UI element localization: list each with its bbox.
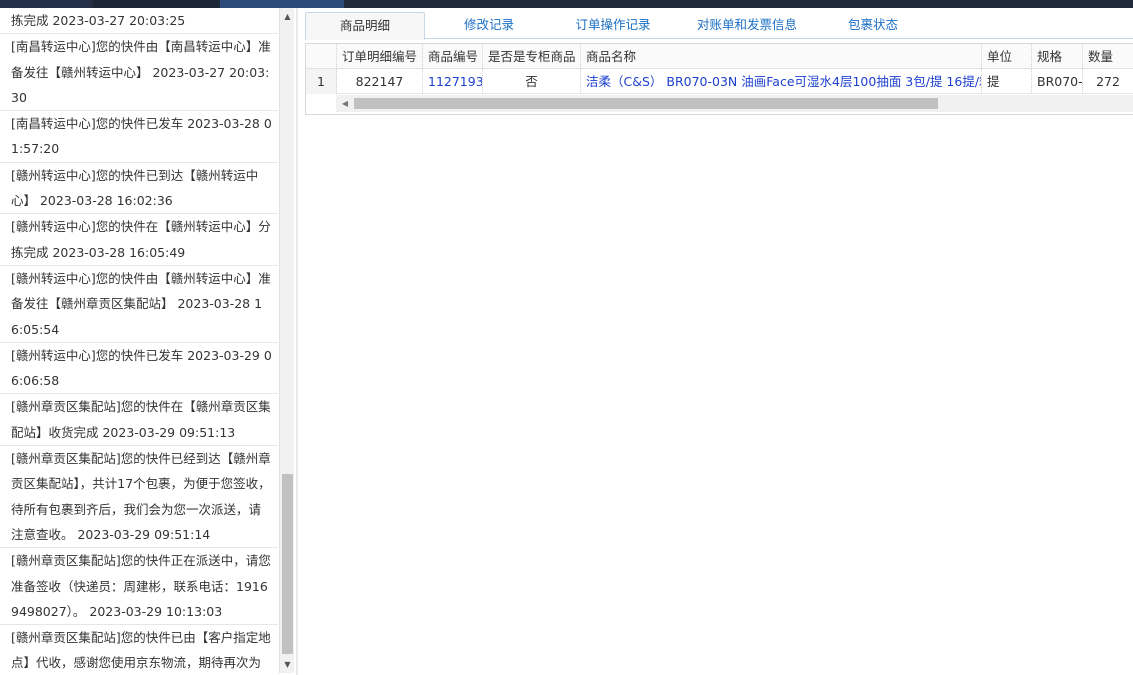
tab-order-operation-log[interactable]: 订单操作记录	[553, 12, 673, 39]
cell-is-counter: 否	[483, 69, 581, 94]
col-qty[interactable]: 数量	[1083, 44, 1133, 69]
panel-divider[interactable]	[296, 8, 298, 675]
cell-product-id-link[interactable]: 1127193	[423, 69, 483, 94]
tracking-item: [赣州章贡区集配站]您的快件正在派送中，请您准备签收（快递员：周建彬，联系电话：…	[0, 548, 278, 626]
tracking-item: [赣州章贡区集配站]您的快件在【赣州章贡区集配站】收货完成 2023-03-29…	[0, 394, 278, 447]
top-bar	[0, 0, 1133, 8]
tracking-list[interactable]: 拣完成 2023-03-27 20:03:25 [南昌转运中心]您的快件由【南昌…	[0, 8, 278, 673]
top-tab-1[interactable]	[0, 0, 92, 8]
tracking-scrollbar[interactable]: ▲ ▼	[279, 8, 294, 673]
col-product-id[interactable]: 商品编号	[423, 44, 483, 69]
cell-qty: 272	[1083, 69, 1133, 94]
table-row[interactable]: 1 822147 1127193 否 洁柔（C&S） BR070-03N 油画F…	[306, 69, 1133, 94]
top-bar-fill	[346, 0, 1133, 8]
grid-header: 订单明细编号 商品编号 是否是专柜商品 商品名称 单位 规格 数量	[306, 44, 1133, 69]
detail-tabs: 商品明细 修改记录 订单操作记录 对账单和发票信息 包裹状态	[305, 12, 1133, 40]
tracking-item: [赣州转运中心]您的快件由【赣州转运中心】准备发往【赣州章贡区集配站】 2023…	[0, 266, 278, 343]
tracking-item: [南昌转运中心]您的快件已发车 2023-03-28 01:57:20	[0, 111, 278, 163]
tracking-item: [赣州转运中心]您的快件在【赣州转运中心】分拣完成 2023-03-28 16:…	[0, 214, 278, 266]
tracking-item: [赣州转运中心]您的快件已发车 2023-03-29 06:06:58	[0, 343, 278, 395]
product-grid: 订单明细编号 商品编号 是否是专柜商品 商品名称 单位 规格 数量 1 8221…	[305, 43, 1133, 115]
scroll-down-arrow-icon[interactable]: ▼	[280, 656, 295, 673]
cell-unit: 提	[982, 69, 1032, 94]
tracking-item: [赣州章贡区集配站]您的快件已由【客户指定地点】代收，感谢您使用京东物流，期待再…	[0, 625, 278, 673]
top-tab-2[interactable]	[94, 0, 218, 8]
col-rownum	[306, 44, 337, 69]
scroll-up-arrow-icon[interactable]: ▲	[280, 8, 295, 25]
col-unit[interactable]: 单位	[982, 44, 1032, 69]
grid-horizontal-scrollbar[interactable]: ◀	[336, 95, 1133, 112]
col-detail-id[interactable]: 订单明细编号	[337, 44, 423, 69]
col-is-counter[interactable]: 是否是专柜商品	[483, 44, 581, 69]
tracking-item: 拣完成 2023-03-27 20:03:25	[0, 8, 278, 35]
tracking-panel: 拣完成 2023-03-27 20:03:25 [南昌转运中心]您的快件由【南昌…	[0, 8, 296, 675]
row-number: 1	[306, 69, 337, 94]
cell-product-name-link[interactable]: 洁柔（C&S） BR070-03N 油画Face可湿水4层100抽面 3包/提 …	[581, 69, 982, 94]
cell-detail-id: 822147	[337, 69, 423, 94]
top-tab-3-active[interactable]	[220, 0, 344, 8]
tracking-item: [赣州转运中心]您的快件已到达【赣州转运中心】 2023-03-28 16:02…	[0, 163, 278, 215]
tracking-item: [赣州章贡区集配站]您的快件已经到达【赣州章贡区集配站】，共计17个包裹，为便于…	[0, 446, 278, 549]
cell-spec: BR070-03N	[1032, 69, 1083, 94]
tab-package-status[interactable]: 包裹状态	[817, 12, 929, 39]
tab-product-detail[interactable]: 商品明细	[305, 12, 425, 40]
tab-statement-invoice[interactable]: 对账单和发票信息	[677, 12, 817, 39]
tracking-item: [南昌转运中心]您的快件由【南昌转运中心】准备发往【赣州转运中心】 2023-0…	[0, 34, 278, 112]
order-detail-panel: 商品明细 修改记录 订单操作记录 对账单和发票信息 包裹状态 订单明细编号 商品…	[305, 12, 1133, 675]
scroll-thumb[interactable]	[282, 474, 293, 654]
horizontal-scroll-thumb[interactable]	[354, 98, 938, 109]
tab-modify-log[interactable]: 修改记录	[433, 12, 545, 39]
col-spec[interactable]: 规格	[1032, 44, 1083, 69]
scroll-left-arrow-icon[interactable]: ◀	[340, 95, 350, 112]
col-product-name[interactable]: 商品名称	[581, 44, 982, 69]
